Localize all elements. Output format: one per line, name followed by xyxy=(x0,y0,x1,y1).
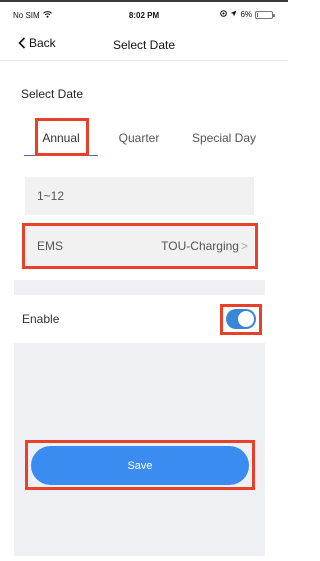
battery-icon xyxy=(255,10,275,19)
page-title: Select Date xyxy=(112,38,176,52)
battery-percent: 6% xyxy=(240,10,252,19)
tab-quarter[interactable]: Quarter xyxy=(114,120,164,156)
active-tab-underline xyxy=(24,155,98,156)
tab-annual[interactable]: Annual xyxy=(24,120,98,156)
chevron-right-icon: > xyxy=(240,239,248,253)
location-arrow-icon xyxy=(230,10,237,19)
save-button[interactable]: Save xyxy=(31,446,249,485)
ems-value: TOU-Charging xyxy=(161,239,239,253)
location-lock-icon xyxy=(220,10,228,19)
enable-label: Enable xyxy=(22,312,60,326)
status-right: 6% xyxy=(220,10,275,19)
ems-label: EMS xyxy=(37,239,64,253)
status-bar: No SIM 8:02 PM 6% xyxy=(0,10,288,24)
month-range-value: 1~12 xyxy=(37,189,65,203)
nav-divider xyxy=(0,60,288,61)
nav-bar: Back Select Date xyxy=(0,30,288,60)
tab-special-day[interactable]: Special Day xyxy=(184,120,264,156)
enable-toggle[interactable] xyxy=(226,309,256,329)
top-edge-line xyxy=(0,0,288,2)
toggle-knob xyxy=(238,311,254,327)
section-title: Select Date xyxy=(21,87,84,101)
date-type-tabs: Annual Quarter Special Day xyxy=(24,120,264,156)
ems-value-group: TOU-Charging > xyxy=(161,239,248,253)
month-range-field[interactable]: 1~12 xyxy=(25,177,254,215)
ems-mode-selector[interactable]: EMS TOU-Charging > xyxy=(25,226,254,266)
